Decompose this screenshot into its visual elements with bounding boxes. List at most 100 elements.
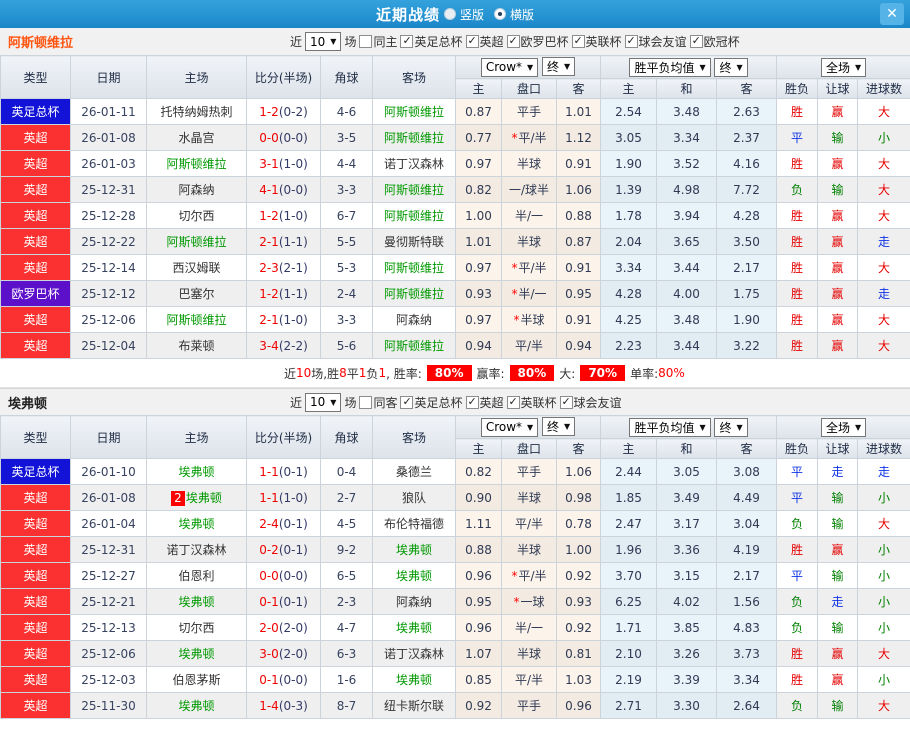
match-row: 英超 25-12-03 伯恩茅斯 0-1(0-0) 1-6 埃弗顿 0.85 平… (0, 666, 910, 693)
cell-result: 胜 (776, 666, 819, 693)
checkbox-checked-icon[interactable] (400, 34, 414, 48)
league-filter-checkbox[interactable]: 球会友谊 (559, 394, 622, 411)
avg-odds-select[interactable]: 胜平负均值 ▼ (629, 57, 711, 77)
cell-handicap: 平/半 (501, 510, 557, 537)
fullmatch-select[interactable]: 全场 ▼ (820, 57, 867, 77)
avg-odds-select[interactable]: 胜平负均值 ▼ (629, 417, 711, 437)
cell-odds-home: 0.82 (455, 458, 502, 485)
cell-home-team: 阿森纳 (146, 176, 247, 203)
checkbox-checked-icon[interactable] (624, 34, 638, 48)
cell-goals-result: 大 (857, 150, 910, 177)
radio-checked-icon[interactable] (494, 8, 506, 20)
odds-final-select[interactable]: 终 ▼ (542, 417, 576, 437)
cell-odds-away: 0.91 (555, 306, 602, 333)
cell-odds-home: 0.92 (455, 692, 502, 719)
cell-avg-draw: 3.26 (656, 640, 718, 667)
col-corner: 角球 (320, 55, 373, 99)
radio-unchecked-icon[interactable] (443, 8, 456, 20)
checkbox-checked-icon[interactable] (465, 395, 479, 409)
cell-avg-away: 4.28 (716, 202, 778, 229)
cell-odds-home: 0.93 (455, 280, 502, 307)
cell-handicap-result: 赢 (817, 306, 859, 333)
checkbox-checked-icon[interactable] (506, 395, 520, 409)
horizontal-layout-radio[interactable]: 横版 (494, 6, 534, 23)
cell-away-team: 阿斯顿维拉 (372, 254, 456, 281)
team-name-aston-villa: 阿斯顿维拉 (8, 36, 74, 51)
checkbox-unchecked-icon[interactable] (359, 35, 373, 48)
same-venue-checkbox[interactable]: 同客 (359, 394, 397, 411)
period-select[interactable]: 10 ▼ (305, 392, 342, 412)
cell-competition: 英超 (0, 202, 71, 229)
odds-company-select[interactable]: Crow* ▼ (480, 57, 539, 77)
cell-home-team: 布莱顿 (146, 332, 247, 359)
col-avg-draw: 和 (656, 78, 718, 99)
checkbox-checked-icon[interactable] (571, 34, 585, 48)
league-filter-checkbox[interactable]: 欧罗巴杯 (506, 33, 569, 50)
cell-date: 26-01-08 (70, 124, 147, 151)
cell-score: 1-1(0-1) (246, 458, 321, 485)
cell-result: 胜 (776, 254, 819, 281)
league-filter-checkbox[interactable]: 英超 (465, 394, 504, 411)
cell-handicap: *半球 (501, 306, 557, 333)
cell-handicap: 平手 (501, 98, 557, 125)
cell-home-team: 托特纳姆热刺 (146, 98, 247, 125)
cell-result: 胜 (776, 306, 819, 333)
period-select[interactable]: 10 ▼ (305, 32, 342, 51)
cell-corner: 0-4 (320, 458, 373, 485)
cell-date: 26-01-10 (70, 458, 147, 485)
horizontal-layout-label: 横版 (510, 7, 535, 22)
filter-bar-aston-villa: 阿斯顿维拉 近 10▼ 场 同主 英足总杯英超欧罗巴杯英联杯球会友谊欧冠杯 (0, 28, 910, 55)
cell-competition: 英超 (0, 150, 71, 177)
checkbox-unchecked-icon[interactable] (359, 395, 373, 409)
vertical-layout-radio[interactable]: 竖版 (443, 6, 484, 23)
cell-corner: 6-7 (320, 202, 373, 229)
league-filter-checkbox[interactable]: 球会友谊 (624, 33, 687, 50)
chevron-down-icon: ▼ (330, 37, 337, 46)
same-venue-checkbox[interactable]: 同主 (359, 33, 397, 50)
col-handicap: 盘口 (501, 438, 557, 459)
cell-corner: 3-3 (320, 176, 373, 203)
cell-odds-away: 1.03 (555, 666, 602, 693)
fullmatch-group: 全场 ▼ (776, 415, 910, 439)
checkbox-checked-icon[interactable] (689, 34, 703, 48)
handicap-changed-star: * (511, 569, 518, 583)
cell-odds-away: 0.91 (555, 150, 602, 177)
league-filter-checkbox[interactable]: 英联杯 (571, 33, 622, 50)
cell-result: 负 (776, 614, 819, 641)
avg-final-select[interactable]: 终 ▼ (714, 57, 748, 77)
cell-handicap-result: 输 (817, 176, 859, 203)
avg-final-select[interactable]: 终 ▼ (714, 417, 748, 437)
cell-corner: 4-7 (320, 614, 373, 641)
cell-corner: 6-5 (320, 562, 373, 589)
cell-avg-home: 1.71 (600, 614, 658, 641)
league-filter-checkbox[interactable]: 欧冠杯 (689, 33, 740, 50)
col-avg-draw: 和 (656, 438, 718, 459)
checkbox-checked-icon[interactable] (465, 34, 479, 48)
league-filter-checkbox[interactable]: 英足总杯 (400, 33, 463, 50)
close-icon[interactable]: ✕ (880, 3, 904, 25)
avg-odds-group: 胜平负均值 ▼ 终 ▼ (600, 55, 778, 79)
cell-odds-away: 0.88 (555, 202, 602, 229)
cell-date: 25-12-03 (70, 666, 147, 693)
match-row: 英足总杯 26-01-11 托特纳姆热刺 1-2(0-2) 4-6 阿斯顿维拉 … (0, 98, 910, 125)
league-filter-checkbox[interactable]: 英足总杯 (400, 394, 463, 411)
cell-home-team: 阿斯顿维拉 (146, 150, 247, 177)
cell-goals-result: 小 (857, 588, 910, 615)
cell-avg-draw: 4.98 (656, 176, 718, 203)
cell-goals-result: 小 (857, 666, 910, 693)
cell-odds-away: 0.87 (555, 228, 602, 255)
cell-avg-draw: 3.94 (656, 202, 718, 229)
cell-avg-away: 7.72 (716, 176, 778, 203)
checkbox-checked-icon[interactable] (400, 395, 414, 409)
cell-away-team: 埃弗顿 (372, 614, 456, 641)
league-filter-checkbox[interactable]: 英超 (465, 33, 504, 50)
odds-final-select[interactable]: 终 ▼ (542, 57, 576, 77)
col-score: 比分(半场) (246, 415, 321, 459)
checkbox-checked-icon[interactable] (559, 395, 573, 409)
cell-avg-draw: 3.65 (656, 228, 718, 255)
cell-result: 胜 (776, 280, 819, 307)
checkbox-checked-icon[interactable] (506, 34, 520, 48)
odds-company-select[interactable]: Crow* ▼ (480, 417, 539, 437)
league-filter-checkbox[interactable]: 英联杯 (506, 394, 557, 411)
fullmatch-select[interactable]: 全场 ▼ (820, 417, 867, 437)
